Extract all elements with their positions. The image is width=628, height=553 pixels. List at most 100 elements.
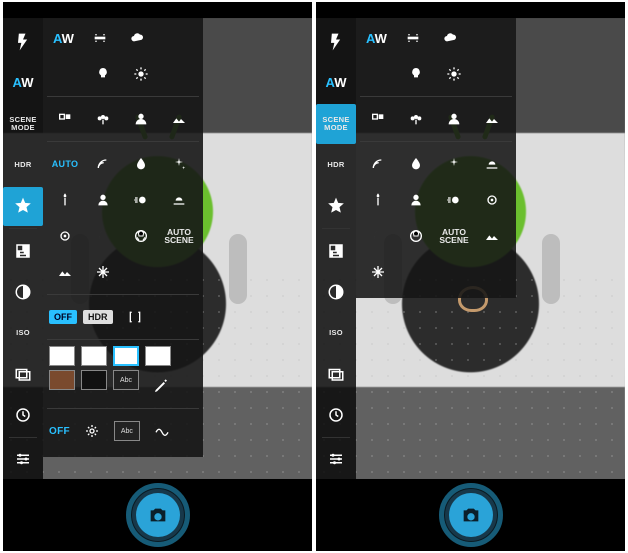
scene-face[interactable] xyxy=(87,184,119,216)
iso-button[interactable]: ISO xyxy=(3,313,43,352)
swatch-1[interactable] xyxy=(49,346,75,366)
camera-viewport[interactable]: AW SCENEMODE HDR ISO xyxy=(316,18,625,479)
bulb-icon xyxy=(408,66,424,82)
scene-sunset[interactable] xyxy=(49,256,81,288)
awb-button[interactable]: AW xyxy=(3,63,43,102)
focus-portrait[interactable] xyxy=(125,103,157,135)
motion-icon xyxy=(446,192,462,208)
wb-cloudy[interactable] xyxy=(122,22,154,54)
flash-toggle[interactable] xyxy=(316,22,356,61)
scene-mode-button[interactable]: SCENEMODE xyxy=(316,104,356,143)
flash-icon xyxy=(13,32,33,52)
scene-auto-scene[interactable]: AUTOSCENE xyxy=(163,220,195,252)
ball-icon xyxy=(133,228,149,244)
focus-burst[interactable] xyxy=(362,103,394,135)
awb-button[interactable]: AW xyxy=(316,63,356,102)
sliders-button[interactable] xyxy=(3,440,43,479)
scene-snow[interactable] xyxy=(87,256,119,288)
shutter-button[interactable] xyxy=(439,483,503,547)
timer-button[interactable] xyxy=(316,396,356,435)
iso-button[interactable]: ISO xyxy=(316,313,356,352)
swatch-4[interactable] xyxy=(145,346,171,366)
loop-icon xyxy=(57,228,73,244)
exposure-comp-button[interactable] xyxy=(3,231,43,270)
hdr-button[interactable]: HDR xyxy=(3,146,43,185)
wb-daylight[interactable] xyxy=(438,58,470,90)
scene-sparkle[interactable] xyxy=(438,148,470,180)
effect-gear[interactable] xyxy=(76,415,108,447)
shutter-button[interactable] xyxy=(126,483,190,547)
swatch-pencil[interactable] xyxy=(145,370,177,402)
scene-moon[interactable] xyxy=(87,220,119,252)
scene-action[interactable] xyxy=(87,148,119,180)
effects-off[interactable]: OFF xyxy=(49,426,70,437)
effect-abc[interactable]: Abc xyxy=(114,421,140,441)
sunrise-icon xyxy=(484,156,500,172)
effect-wave[interactable] xyxy=(146,415,178,447)
scene-sunrise[interactable] xyxy=(163,184,195,216)
focus-landscape[interactable] xyxy=(476,103,508,135)
wb-auto[interactable]: AW xyxy=(49,22,78,54)
wb-incandescent[interactable] xyxy=(400,58,432,90)
scene-snow[interactable] xyxy=(362,256,394,288)
focus-burst[interactable] xyxy=(49,103,81,135)
wb-auto[interactable]: AW xyxy=(362,22,391,54)
scene-face[interactable] xyxy=(400,184,432,216)
focus-portrait[interactable] xyxy=(438,103,470,135)
favorite-button[interactable] xyxy=(3,187,43,226)
sunrise-icon xyxy=(171,192,187,208)
wb-flash[interactable] xyxy=(397,22,429,54)
scene-candle[interactable] xyxy=(49,184,81,216)
shutter-bar xyxy=(3,479,312,551)
scene-arcs[interactable] xyxy=(362,148,394,180)
wb-flash[interactable] xyxy=(84,22,116,54)
wb-cloudy[interactable] xyxy=(435,22,467,54)
scene-night[interactable] xyxy=(476,184,508,216)
camera-viewport[interactable]: AW SCENEMODE HDR ISO xyxy=(3,18,312,479)
sliders-button[interactable] xyxy=(316,440,356,479)
scene-sunset[interactable] xyxy=(476,220,508,252)
scene-sunrise[interactable] xyxy=(476,148,508,180)
scene-auto-scene[interactable]: AUTOSCENE xyxy=(438,220,470,252)
bracketing-button[interactable] xyxy=(3,354,43,393)
cloud-icon xyxy=(130,30,146,46)
sun-icon xyxy=(446,66,462,82)
scene-sports[interactable] xyxy=(400,220,432,252)
hdr-off[interactable]: OFF xyxy=(49,310,77,324)
scene-motion[interactable] xyxy=(438,184,470,216)
moon-icon xyxy=(370,228,386,244)
moon-icon xyxy=(95,228,111,244)
hdr-on[interactable]: HDR xyxy=(83,310,113,324)
scene-moon[interactable] xyxy=(362,220,394,252)
hdr-button[interactable]: HDR xyxy=(316,146,356,185)
focus-macro[interactable] xyxy=(87,103,119,135)
scene-sparkle[interactable] xyxy=(163,148,195,180)
swatch-5[interactable] xyxy=(49,370,75,390)
swatch-7[interactable]: Abc xyxy=(113,370,139,390)
scene-candle[interactable] xyxy=(362,184,394,216)
contrast-button[interactable] xyxy=(3,272,43,311)
wb-incandescent[interactable] xyxy=(87,58,119,90)
swatch-6[interactable] xyxy=(81,370,107,390)
scene-droplet[interactable] xyxy=(400,148,432,180)
favorite-button[interactable] xyxy=(316,187,356,226)
focus-landscape[interactable] xyxy=(163,103,195,135)
exposure-comp-button[interactable] xyxy=(316,231,356,270)
timer-button[interactable] xyxy=(3,396,43,435)
scene-night[interactable] xyxy=(49,220,81,252)
person-icon xyxy=(446,111,462,127)
scene-mode-button[interactable]: SCENEMODE xyxy=(3,104,43,143)
scene-auto[interactable]: AUTO xyxy=(49,148,81,180)
swatch-2[interactable] xyxy=(81,346,107,366)
scene-sports[interactable] xyxy=(125,220,157,252)
contrast-button[interactable] xyxy=(316,272,356,311)
swatch-3[interactable] xyxy=(113,346,139,366)
bracketing-button[interactable] xyxy=(316,354,356,393)
wb-daylight[interactable] xyxy=(125,58,157,90)
sparkle-icon xyxy=(446,156,462,172)
scene-motion[interactable] xyxy=(125,184,157,216)
scene-droplet[interactable] xyxy=(125,148,157,180)
flash-toggle[interactable] xyxy=(3,22,43,61)
hdr-bracket[interactable] xyxy=(119,301,151,333)
focus-macro[interactable] xyxy=(400,103,432,135)
